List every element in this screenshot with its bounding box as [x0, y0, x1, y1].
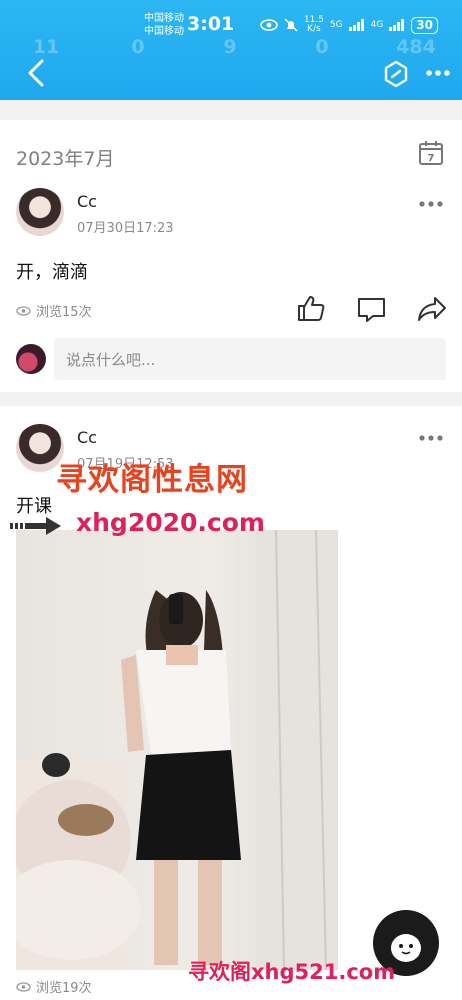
post-photo[interactable]: [16, 530, 338, 970]
signal-icon: [348, 19, 364, 31]
status-bar: 中国移动 中国移动 3:01 11.5 K/s 5G 4G 30: [0, 8, 462, 42]
clock: 3:01: [187, 13, 235, 35]
views-eye-icon: [16, 305, 31, 316]
app-header: 11 0 9 0 484 中国移动 中国移动 3:01 11.5 K/s 5G: [0, 0, 462, 100]
watermark-text: 寻欢阁性息网: [56, 462, 248, 498]
more-menu-icon[interactable]: [424, 62, 452, 84]
mute-bell-icon: [284, 18, 298, 32]
comment-icon[interactable]: [357, 296, 387, 324]
like-icon[interactable]: [296, 294, 326, 322]
carrier-labels: 中国移动 中国移动: [144, 13, 184, 37]
post-time: 07月30日17:23: [77, 221, 174, 236]
watermark-footer: 寻欢阁xhg521.com: [188, 960, 396, 984]
view-count: 浏览19次: [16, 977, 92, 996]
post-author[interactable]: Cc: [77, 192, 97, 211]
network-type: 5G: [329, 20, 343, 30]
share-icon[interactable]: [417, 295, 447, 323]
post-text: 开课: [16, 496, 52, 517]
calendar-icon[interactable]: 7: [418, 140, 444, 166]
month-label: 2023年7月: [16, 148, 115, 170]
avatar[interactable]: [16, 188, 64, 236]
photo-illustration: [16, 530, 338, 970]
battery-indicator: 30: [411, 16, 438, 34]
post-card: 2023年7月 7 Cc 07月30日17:23 开，滴滴 浏览15次 说点什么…: [0, 120, 462, 392]
comment-input[interactable]: 说点什么吧...: [54, 338, 446, 380]
eye-icon: [260, 19, 278, 31]
edit-hexagon-icon[interactable]: [383, 60, 409, 88]
post-author[interactable]: Cc: [77, 428, 97, 447]
network-type: 4G: [370, 20, 384, 30]
net-speed: 11.5 K/s: [303, 15, 324, 34]
views-eye-icon: [16, 981, 31, 992]
view-count: 浏览15次: [16, 301, 92, 320]
my-avatar: [16, 344, 46, 374]
post-more-icon[interactable]: [418, 434, 444, 442]
calendar-day: 7: [428, 153, 435, 164]
status-icons: 11.5 K/s 5G 4G 30: [260, 16, 438, 34]
watermark-url: xhg2020.com: [76, 508, 265, 537]
post-text: 开，滴滴: [16, 262, 88, 283]
post-more-icon[interactable]: [418, 200, 444, 208]
signal-icon: [389, 19, 405, 31]
watermark-arrow-icon: [10, 517, 61, 535]
back-arrow-icon[interactable]: [22, 58, 50, 88]
